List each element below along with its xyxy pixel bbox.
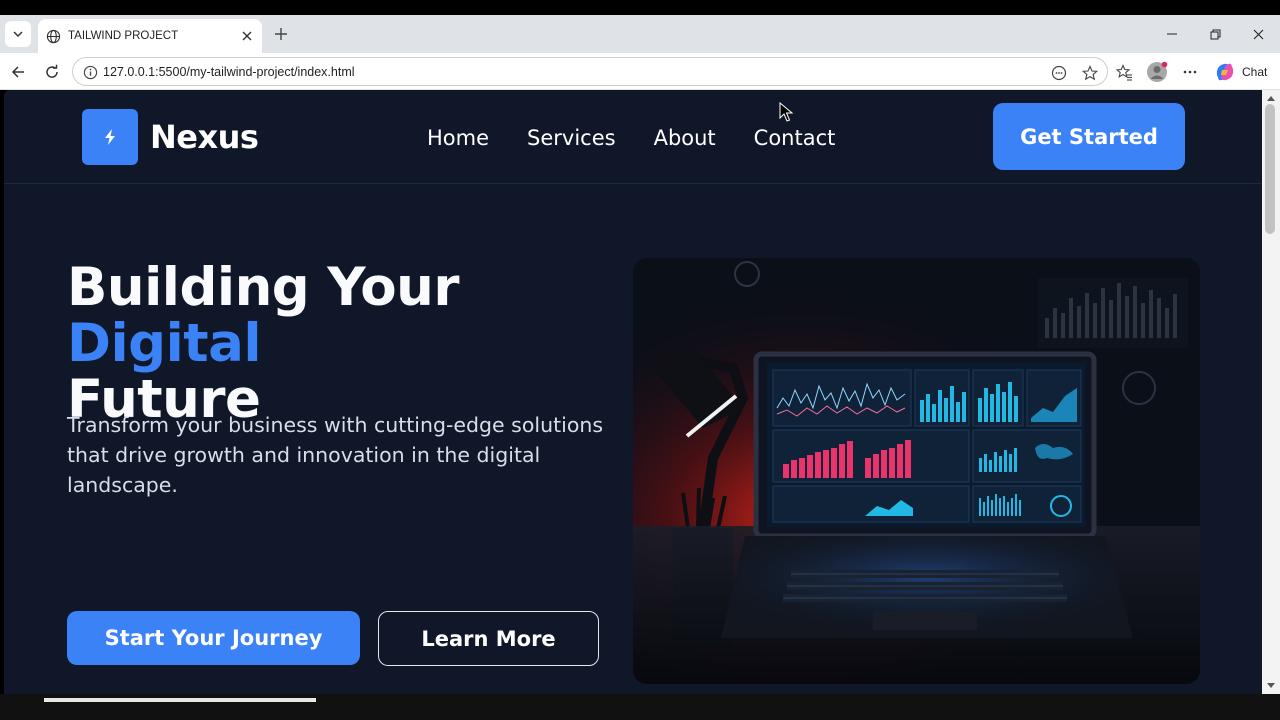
restore-icon [1210, 29, 1220, 39]
hero-image [633, 258, 1200, 684]
url-text: 127.0.0.1:5500/my-tailwind-project/index… [103, 65, 355, 79]
plus-icon [275, 28, 287, 40]
tab-list-icon [13, 31, 23, 38]
scroll-down-button[interactable] [1265, 680, 1277, 692]
refresh-icon [46, 64, 58, 78]
read-aloud-button[interactable] [1048, 62, 1070, 84]
tab-title: TAILWIND PROJECT [68, 30, 179, 42]
screen-top-edge [0, 0, 1280, 15]
restore-button[interactable] [1201, 23, 1229, 45]
tab-strip: TAILWIND PROJECT [0, 15, 1280, 53]
address-bar[interactable]: 127.0.0.1:5500/my-tailwind-project/index… [72, 57, 1108, 86]
profile-button[interactable] [1145, 60, 1169, 84]
horizontal-scroll-track[interactable] [44, 698, 316, 702]
chat-label: Chat [1242, 64, 1268, 79]
more-icon [1183, 70, 1197, 74]
page-scrollbar[interactable] [1262, 90, 1280, 694]
close-icon [242, 31, 252, 41]
minimize-button[interactable] [1158, 23, 1186, 45]
favorite-icon [1082, 65, 1098, 81]
tab-close-button[interactable] [236, 25, 258, 47]
mouse-cursor-icon [779, 102, 793, 122]
taskbar-edge [0, 694, 1280, 720]
main-nav: Home Services About Contact [427, 126, 873, 150]
read-aloud-icon [1051, 65, 1067, 81]
browser-tab[interactable]: TAILWIND PROJECT [38, 19, 262, 53]
browser-toolbar: 127.0.0.1:5500/my-tailwind-project/index… [0, 53, 1280, 90]
get-started-button[interactable]: Get Started [993, 103, 1185, 170]
copilot-icon [1216, 63, 1234, 80]
web-page: Nexus Home Services About Contact Get St… [4, 90, 1262, 694]
nav-about[interactable]: About [654, 126, 716, 150]
nav-home[interactable]: Home [427, 126, 489, 150]
arrow-up-icon [1267, 96, 1275, 101]
site-info-button[interactable] [81, 63, 99, 81]
globe-icon [46, 29, 61, 43]
learn-more-button[interactable]: Learn More [378, 611, 599, 666]
tab-list-button[interactable] [5, 21, 31, 47]
arrow-down-icon [1267, 683, 1275, 688]
brand-name[interactable]: Nexus [150, 118, 259, 156]
scroll-up-button[interactable] [1265, 92, 1277, 104]
hero-title: Building Your Digital Future [67, 260, 637, 428]
info-icon [83, 65, 97, 79]
favorite-button[interactable] [1079, 62, 1101, 84]
laptop-dashboard-illustration [633, 258, 1200, 684]
hero-title-accent: Digital [67, 313, 262, 374]
refresh-button[interactable] [40, 60, 64, 84]
start-journey-button[interactable]: Start Your Journey [67, 611, 360, 665]
new-tab-button[interactable] [270, 23, 292, 45]
back-button[interactable] [6, 60, 30, 84]
nav-contact[interactable]: Contact [754, 126, 836, 150]
scroll-thumb[interactable] [1265, 104, 1275, 234]
copilot-chat-button[interactable]: Chat [1214, 58, 1274, 85]
back-icon [11, 66, 24, 78]
hero-subtitle: Transform your business with cutting-edg… [67, 413, 604, 497]
favorites-icon [1115, 63, 1132, 81]
hero-title-part1: Building Your [67, 257, 459, 318]
favorites-button[interactable] [1112, 60, 1136, 84]
logo[interactable] [82, 109, 138, 165]
profile-icon [1147, 61, 1168, 82]
window-close-button[interactable] [1244, 23, 1272, 45]
window-close-icon [1253, 29, 1263, 39]
minimize-icon [1167, 33, 1177, 35]
nav-services[interactable]: Services [527, 126, 616, 150]
lightning-icon [105, 129, 115, 145]
more-button[interactable] [1178, 60, 1202, 84]
site-header: Nexus Home Services About Contact Get St… [4, 90, 1262, 184]
